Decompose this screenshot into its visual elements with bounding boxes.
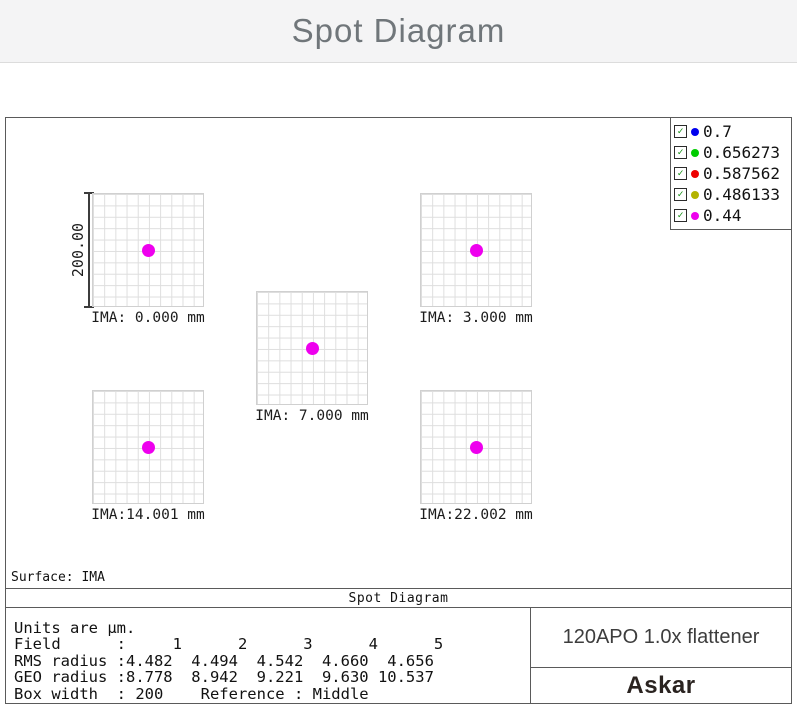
legend-checkbox-icon bbox=[674, 188, 687, 201]
scale-label: 200.00 bbox=[69, 222, 87, 278]
ima-label: IMA: 7.000 mm bbox=[255, 408, 369, 424]
legend-checkbox-icon bbox=[674, 125, 687, 138]
askar-logo: Askar bbox=[626, 671, 696, 699]
legend-wavelength-label: 0.656273 bbox=[703, 143, 781, 162]
legend-color-dot bbox=[691, 169, 699, 178]
page-title: Spot Diagram bbox=[291, 12, 506, 49]
legend-wavelength-label: 0.44 bbox=[703, 206, 742, 225]
legend-wavelength-label: 0.587562 bbox=[703, 164, 781, 183]
spot-dot bbox=[141, 243, 155, 257]
spot-dot bbox=[469, 440, 483, 454]
spot-grid-panel-field-3: IMA: 7.000 mm bbox=[255, 291, 369, 424]
brand-cell: Askar bbox=[531, 668, 791, 703]
legend-color-dot bbox=[691, 211, 699, 220]
legend-row-wavelength-2: 0.656273 bbox=[674, 142, 791, 163]
legend-color-dot bbox=[691, 190, 699, 199]
grid bbox=[420, 193, 532, 307]
legend-checkbox-icon bbox=[674, 209, 687, 222]
legend-color-dot bbox=[691, 148, 699, 157]
product-name: 120APO 1.0x flattener bbox=[562, 625, 760, 648]
grid bbox=[256, 291, 368, 405]
scale-bar bbox=[88, 193, 90, 307]
spot-dot bbox=[469, 243, 483, 257]
page-header: Spot Diagram bbox=[0, 0, 797, 63]
legend-row-wavelength-4: 0.486133 bbox=[674, 184, 791, 205]
legend-box: 0.7 0.656273 0.587562 0.486133 0.44 bbox=[670, 117, 792, 230]
plot-title: Spot Diagram bbox=[348, 590, 449, 606]
stats-block: Units are µm. Field : 1 2 3 4 5 RMS radi… bbox=[14, 607, 524, 702]
grid bbox=[92, 390, 204, 504]
spot-grid-panel-field-5: IMA:22.002 mm bbox=[419, 390, 533, 523]
ima-label: IMA:22.002 mm bbox=[419, 507, 533, 523]
ima-label: IMA: 3.000 mm bbox=[419, 310, 533, 326]
legend-row-wavelength-5: 0.44 bbox=[674, 205, 791, 226]
stat-line-rms-radius: RMS radius :4.482 4.494 4.542 4.660 4.65… bbox=[14, 651, 434, 670]
diagram-canvas: 0.7 0.656273 0.587562 0.486133 0.44 bbox=[5, 117, 792, 704]
legend-row-wavelength-3: 0.587562 bbox=[674, 163, 791, 184]
ima-label: IMA:14.001 mm bbox=[91, 507, 205, 523]
legend-checkbox-icon bbox=[674, 167, 687, 180]
spot-dot bbox=[305, 341, 319, 355]
spot-grid-panel-field-1: IMA: 0.000 mm bbox=[91, 193, 205, 326]
stat-line-geo-radius: GEO radius :8.778 8.942 9.221 9.630 10.5… bbox=[14, 668, 434, 687]
legend-checkbox-icon bbox=[674, 146, 687, 159]
legend-wavelength-label: 0.486133 bbox=[703, 185, 781, 204]
stat-line-box-width: Box width : 200 Reference : Middle bbox=[14, 684, 369, 703]
spot-grid-panel-field-2: IMA: 3.000 mm bbox=[419, 193, 533, 326]
grid bbox=[92, 193, 204, 307]
spot-dot bbox=[141, 440, 155, 454]
ima-label: IMA: 0.000 mm bbox=[91, 310, 205, 326]
legend-row-wavelength-1: 0.7 bbox=[674, 121, 791, 142]
stat-line-units: Units are µm. bbox=[14, 619, 136, 637]
spot-grid-panel-field-4: IMA:14.001 mm bbox=[91, 390, 205, 523]
legend-wavelength-label: 0.7 bbox=[703, 122, 732, 141]
grid bbox=[420, 390, 532, 504]
plot-title-band: Spot Diagram bbox=[6, 588, 791, 608]
surface-label: Surface: IMA bbox=[11, 570, 105, 585]
stat-line-field: Field : 1 2 3 4 5 bbox=[14, 635, 444, 654]
spot-diagram-page: Spot Diagram 0.7 0.656273 0.587562 bbox=[0, 0, 797, 709]
legend-color-dot bbox=[691, 127, 699, 136]
product-title-cell: 120APO 1.0x flattener bbox=[531, 607, 791, 668]
